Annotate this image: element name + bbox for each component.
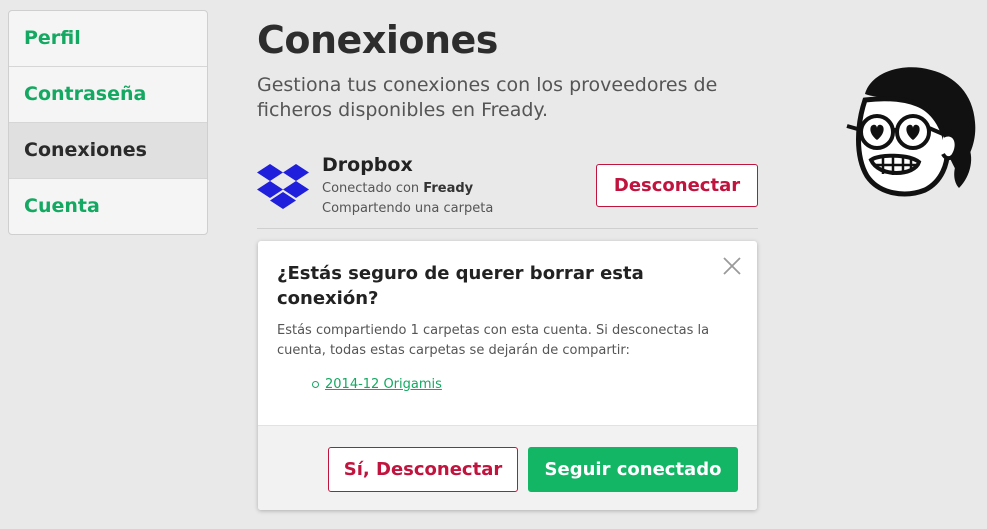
disconnect-button[interactable]: Desconectar (596, 164, 758, 207)
sidebar-item-perfil[interactable]: Perfil (9, 11, 207, 67)
disconnect-confirmation-dialog: ¿Estás seguro de querer borrar esta cone… (258, 241, 757, 510)
sidebar-item-conexiones[interactable]: Conexiones (9, 123, 207, 179)
shared-folder-list: 2014-12 Origamis (312, 377, 442, 392)
connection-status-prefix: Conectado con (322, 181, 424, 196)
avatar (846, 67, 976, 197)
sidebar-item-cuenta[interactable]: Cuenta (9, 179, 207, 234)
page-title: Conexiones (257, 18, 498, 62)
dialog-footer: Sí, Desconectar Seguir conectado (258, 425, 757, 510)
dialog-title: ¿Estás seguro de querer borrar esta cone… (277, 263, 644, 309)
dropbox-icon (257, 164, 309, 209)
close-icon[interactable] (723, 257, 741, 275)
confirm-disconnect-button[interactable]: Sí, Desconectar (328, 447, 518, 492)
list-item: 2014-12 Origamis (312, 377, 442, 392)
page-subtitle: Gestiona tus conexiones con los proveedo… (257, 74, 718, 121)
stay-connected-button[interactable]: Seguir conectado (528, 447, 738, 492)
connection-status: Conectado con Fready (322, 181, 473, 196)
folder-link[interactable]: 2014-12 Origamis (325, 377, 442, 392)
bullet-icon (312, 381, 319, 388)
connection-name: Dropbox (322, 154, 413, 176)
connection-account: Fready (423, 181, 474, 196)
connection-row-dropbox: Dropbox Conectado con Fready Compartendo… (257, 152, 758, 229)
settings-sidebar: Perfil Contraseña Conexiones Cuenta (8, 10, 208, 235)
sidebar-item-contrasena[interactable]: Contraseña (9, 67, 207, 123)
connection-sharing-info: Compartendo una carpeta (322, 201, 494, 216)
dialog-message: Estás compartiendo 1 carpetas con esta c… (277, 323, 710, 358)
